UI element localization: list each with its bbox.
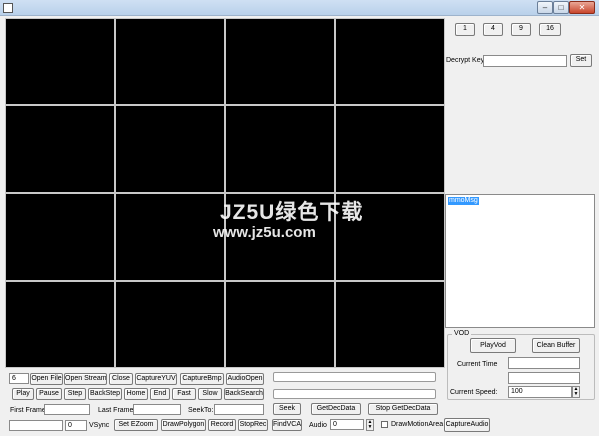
video-cell-4[interactable] [335,18,445,105]
volume-progress-bar[interactable] [273,389,436,399]
back-search-button[interactable]: BackSearch [224,388,264,400]
speed-spinner-icon[interactable]: ▲ ▼ [572,386,580,398]
minimize-button[interactable]: – [537,1,553,14]
video-cell-16[interactable] [335,281,445,368]
seek-to-label: SeekTo: [188,407,214,414]
current-time-label: Current Time [457,361,498,368]
step-button[interactable]: Step [64,388,86,400]
current-speed-label: Current Speed: [450,389,498,396]
draw-motion-area-label: DrawMotionArea [391,421,444,428]
decrypt-key-input[interactable] [483,55,567,67]
audio-open-button[interactable]: AudioOpen [226,373,264,385]
last-frame-input[interactable] [133,404,181,415]
video-cell-9[interactable] [5,193,115,281]
first-frame-label: First Frame: [10,407,48,414]
video-cell-1[interactable] [5,18,115,105]
video-cell-8[interactable] [335,105,445,193]
message-box[interactable]: mmoMsg [445,194,595,328]
audio-input[interactable]: 0 [330,419,364,430]
draw-motion-area-checkbox[interactable] [381,421,388,428]
vod-group-label: VOD [452,329,472,338]
seek-button[interactable]: Seek [273,403,301,415]
video-cell-7[interactable] [225,105,335,193]
record-button[interactable]: Record [208,419,236,431]
first-frame-input[interactable] [44,404,90,415]
close-button[interactable]: ✕ [569,1,595,14]
close-stream-button[interactable]: Close [109,373,133,385]
video-cell-10[interactable] [115,193,225,281]
capture-yuv-button[interactable]: CaptureYUV [135,373,177,385]
split-4-button[interactable]: 4 [483,23,503,36]
split-16-button[interactable]: 16 [539,23,561,36]
open-file-button[interactable]: Open File [30,373,63,385]
video-cell-13[interactable] [5,281,115,368]
decrypt-key-label: Decrypt Key [446,57,485,64]
video-cell-3[interactable] [225,18,335,105]
message-box-text: mmoMsg [448,197,479,205]
file-index-input[interactable]: 6 [9,373,29,384]
open-stream-button[interactable]: Open Stream [64,373,107,385]
watermark-logo-text: JZ5U绿色下载 [220,201,364,224]
back-step-button[interactable]: BackStep [88,388,122,400]
current-speed-input[interactable]: 100 [508,386,572,398]
watermark-url-text: www.jz5u.com [213,224,316,241]
find-vca-button[interactable]: FindVCA [272,419,302,431]
video-cell-14[interactable] [115,281,225,368]
video-cell-15[interactable] [225,281,335,368]
maximize-button[interactable]: □ [553,1,569,14]
capture-audio-button[interactable]: CaptureAudio [444,418,490,432]
last-frame-label: Last Frame: [98,407,136,414]
video-cell-5[interactable] [5,105,115,193]
fast-button[interactable]: Fast [172,388,196,400]
video-cell-2[interactable] [115,18,225,105]
video-cell-6[interactable] [115,105,225,193]
home-button[interactable]: Home [124,388,148,400]
seek-to-input[interactable] [214,404,264,415]
decrypt-set-button[interactable]: Set [570,54,592,67]
audio-label: Audio [309,422,327,429]
get-dec-data-button[interactable]: GetDecData [311,403,361,415]
slow-button[interactable]: Slow [198,388,222,400]
set-ezoom-button[interactable]: Set EZoom [114,419,158,431]
video-grid [5,18,445,368]
current-time-input-2[interactable] [508,372,580,384]
vsync-input[interactable]: 0 [65,420,87,431]
split-9-button[interactable]: 9 [511,23,531,36]
stop-get-dec-data-button[interactable]: Stop GetDecData [368,403,438,415]
current-time-input[interactable] [508,357,580,369]
title-bar [0,0,599,16]
end-button[interactable]: End [150,388,170,400]
play-vod-button[interactable]: PlayVod [470,338,516,353]
blank-input[interactable] [9,420,63,431]
playback-progress-bar[interactable] [273,372,436,382]
split-1-button[interactable]: 1 [455,23,475,36]
stop-rec-button[interactable]: StopRec [238,419,268,431]
vsync-label: VSync [89,422,110,429]
audio-spinner-icon[interactable]: ▲ ▼ [366,419,374,431]
clean-buffer-button[interactable]: Clean Buffer [532,338,580,353]
play-button[interactable]: Play [12,388,34,400]
app-icon [3,3,13,13]
draw-polygon-button[interactable]: DrawPolygon [161,419,206,431]
capture-bmp-button[interactable]: CaptureBmp [180,373,224,385]
pause-button[interactable]: Pause [36,388,62,400]
